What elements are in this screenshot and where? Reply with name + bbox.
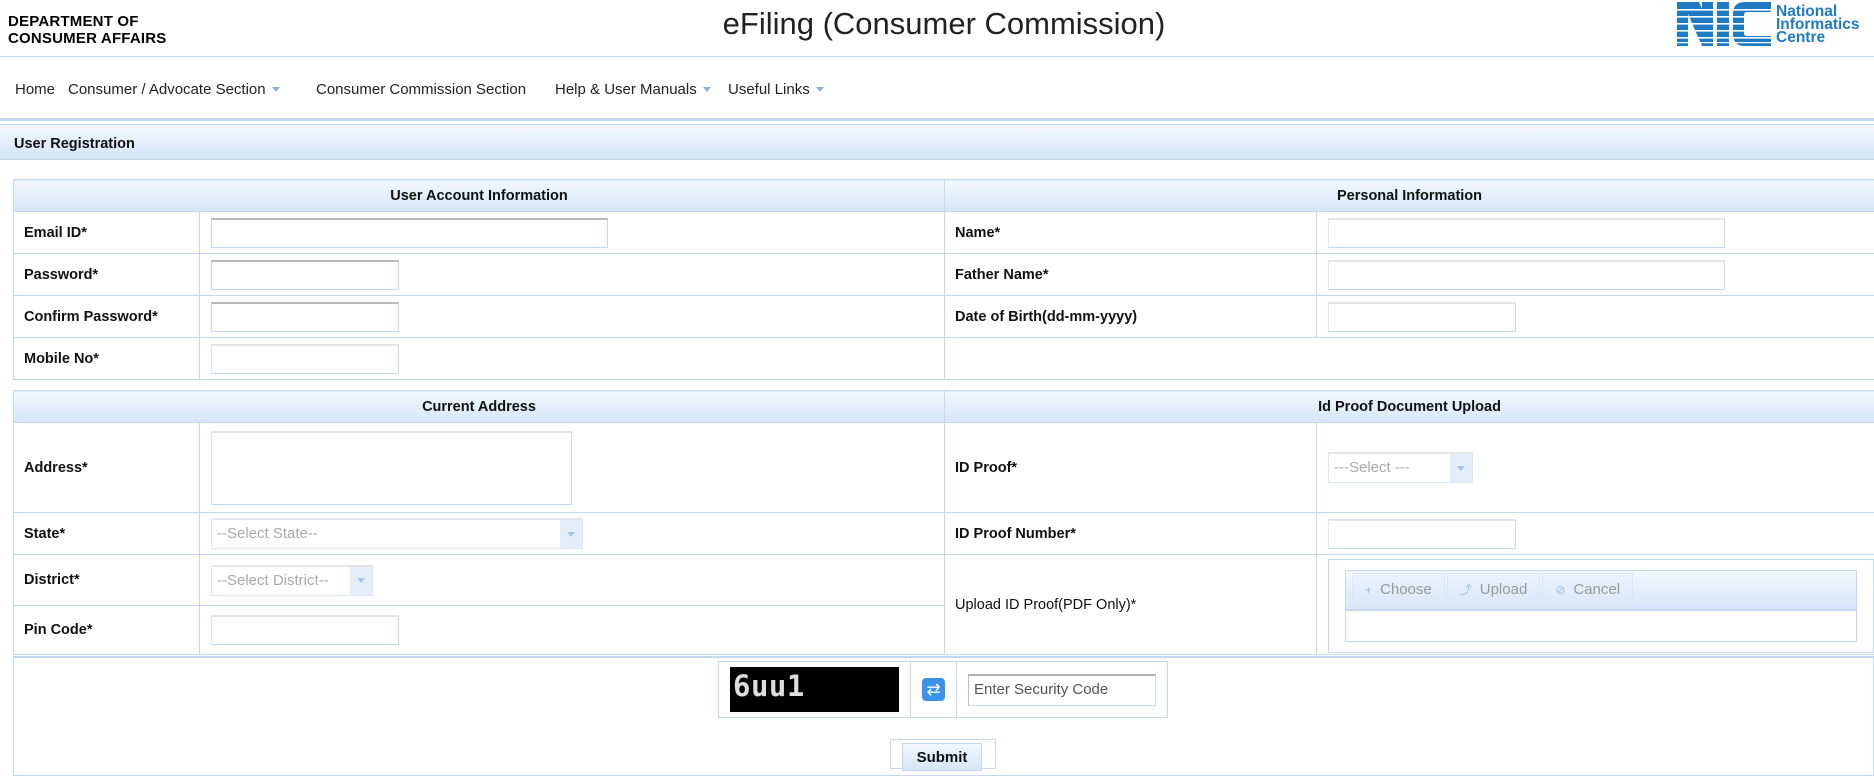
choose-button[interactable]: + Choose <box>1352 573 1445 606</box>
address-label: Address* <box>13 422 200 513</box>
dob-label: Date of Birth(dd-mm-yyyy) <box>944 295 1318 338</box>
nic-logo-icon <box>1677 2 1771 46</box>
mobile-label: Mobile No* <box>13 337 200 380</box>
chevron-down-icon <box>815 87 824 92</box>
upload-icon: ⤴ <box>1459 583 1472 597</box>
address-idproof-table: Current Address Id Proof Document Upload… <box>12 390 1874 655</box>
email-label: Email ID* <box>13 211 200 254</box>
cancel-button[interactable]: ⊘ Cancel <box>1542 573 1634 606</box>
chevron-down-icon[interactable] <box>1450 454 1473 482</box>
nav-consumer-advocate[interactable]: Consumer / Advocate Section <box>68 81 280 98</box>
chevron-down-icon <box>702 87 711 92</box>
personal-heading: Personal Information <box>944 179 1874 212</box>
state-select[interactable]: --Select State-- <box>211 518 583 549</box>
captcha-image: 6uu1 <box>730 667 899 712</box>
idproof-label: ID Proof* <box>944 422 1318 513</box>
chevron-down-icon[interactable] <box>560 520 582 548</box>
security-code-input[interactable]: Enter Security Code <box>968 673 1156 706</box>
plus-icon: + <box>1365 582 1373 597</box>
idproof-heading: Id Proof Document Upload <box>944 390 1874 423</box>
upload-label: Upload ID Proof(PDF Only)* <box>944 554 1318 655</box>
district-select-value: --Select District-- <box>217 571 329 589</box>
mobile-field[interactable] <box>211 343 399 374</box>
confirm-password-field[interactable] <box>211 301 399 332</box>
nav-useful-links[interactable]: Useful Links <box>728 81 824 98</box>
upload-button[interactable]: ⤴ Upload <box>1446 573 1541 606</box>
nav-consumer-commission[interactable]: Consumer Commission Section <box>316 81 526 98</box>
chevron-down-icon[interactable] <box>350 566 372 595</box>
submit-button[interactable]: Submit <box>902 743 982 771</box>
address-textarea[interactable] <box>211 430 572 505</box>
file-upload: + Choose ⤴ Upload ⊘ Cancel <box>1328 559 1874 653</box>
nic-logo-text: National Informatics Centre <box>1776 3 1860 45</box>
pincode-label: Pin Code* <box>13 605 200 655</box>
password-label: Password* <box>13 253 200 296</box>
account-heading: User Account Information <box>12 179 946 212</box>
name-field[interactable] <box>1328 217 1726 248</box>
nav-home-label: Home <box>15 81 56 98</box>
father-name-label: Father Name* <box>944 253 1318 296</box>
state-select-value: --Select State-- <box>217 525 318 542</box>
idproof-number-label: ID Proof Number* <box>944 512 1318 555</box>
father-name-field[interactable] <box>1328 259 1726 290</box>
password-field[interactable] <box>211 259 399 290</box>
nav-home[interactable]: Home <box>15 81 55 98</box>
cancel-label: Cancel <box>1573 581 1621 598</box>
nic-logo: National Informatics Centre <box>1677 2 1860 46</box>
choose-label: Choose <box>1380 581 1432 598</box>
file-upload-box: + Choose ⤴ Upload ⊘ Cancel <box>1345 570 1858 642</box>
state-label: State* <box>13 512 200 555</box>
district-select[interactable]: --Select District-- <box>211 564 373 596</box>
nav-consumer-commission-label: Consumer Commission Section <box>316 81 527 98</box>
dob-field[interactable] <box>1328 301 1517 332</box>
address-heading: Current Address <box>12 390 946 423</box>
captcha-table: 6uu1 ⇄ Enter Security Code <box>718 661 1168 718</box>
section-title: User Registration <box>0 124 1874 160</box>
file-upload-toolbar: + Choose ⤴ Upload ⊘ Cancel <box>1346 571 1857 611</box>
account-personal-table: User Account Information Personal Inform… <box>12 179 1874 380</box>
pincode-field[interactable] <box>211 615 399 645</box>
name-label: Name* <box>944 211 1318 254</box>
nav-useful-links-label: Useful Links <box>728 81 810 98</box>
refresh-icon[interactable]: ⇄ <box>922 678 945 701</box>
chevron-down-icon <box>271 87 280 92</box>
empty-cell <box>944 337 1874 380</box>
site-header: DEPARTMENT OF CONSUMER AFFAIRS eFiling (… <box>0 0 1874 57</box>
main-nav: Home Consumer / Advocate Section Consume… <box>0 58 1874 121</box>
nav-consumer-advocate-label: Consumer / Advocate Section <box>68 81 266 98</box>
cancel-icon: ⊘ <box>1555 582 1566 597</box>
idproof-select-value: ---Select --- <box>1334 459 1410 476</box>
district-label: District* <box>13 554 200 606</box>
email-field[interactable] <box>211 217 608 248</box>
upload-label-text: Upload <box>1479 581 1528 598</box>
confirm-password-label: Confirm Password* <box>13 295 200 338</box>
nav-help-manuals[interactable]: Help & User Manuals <box>555 81 711 98</box>
idproof-number-field[interactable] <box>1328 518 1517 549</box>
nav-help-manuals-label: Help & User Manuals <box>555 81 697 98</box>
idproof-select[interactable]: ---Select --- <box>1328 452 1474 483</box>
site-title: eFiling (Consumer Commission) <box>722 6 1166 41</box>
